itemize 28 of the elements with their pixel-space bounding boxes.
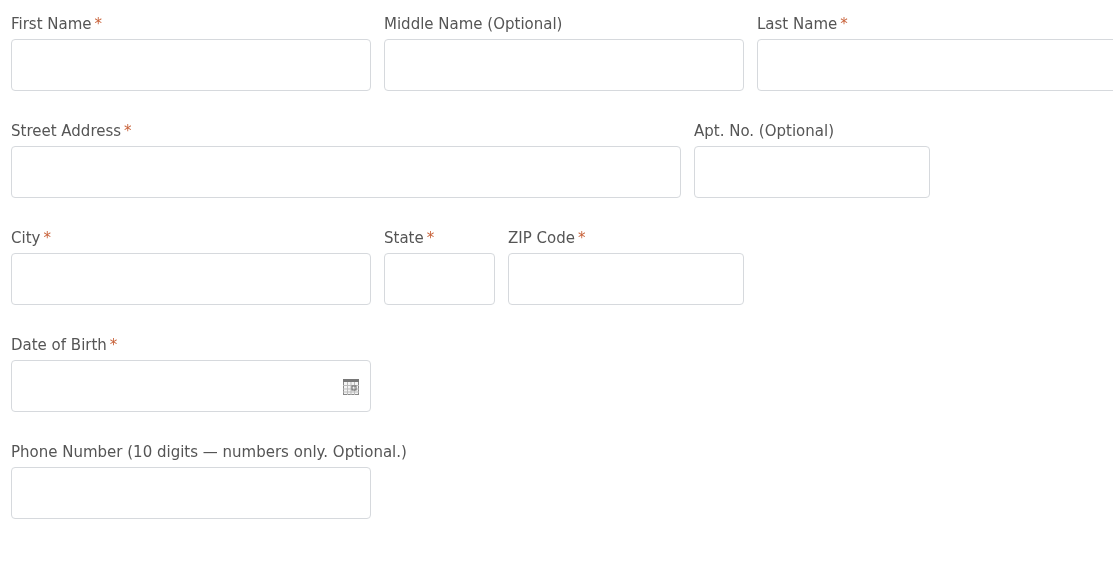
calendar-icon[interactable] [343, 379, 359, 395]
field-label: Apt. No. (Optional) [694, 122, 834, 140]
required-mark: * [94, 15, 103, 33]
field-label: Street Address [11, 122, 122, 140]
field-label: ZIP Code [508, 229, 575, 247]
input-field[interactable] [384, 253, 495, 305]
field-label: State [384, 229, 424, 247]
field-label: Last Name [757, 15, 838, 33]
required-mark: * [577, 229, 586, 247]
required-mark: * [109, 336, 118, 354]
input-field[interactable] [508, 253, 744, 305]
required-mark: * [426, 229, 435, 247]
required-mark: * [43, 229, 51, 247]
field-label: City [11, 229, 41, 247]
required-mark: * [840, 15, 848, 33]
input-field[interactable] [757, 39, 1113, 91]
input-field[interactable] [11, 146, 681, 198]
field-label: Date of Birth [11, 336, 107, 354]
input-field[interactable] [384, 39, 744, 91]
field-label: Middle Name (Optional) [384, 15, 563, 33]
date-field[interactable] [11, 360, 371, 412]
input-field[interactable] [11, 467, 371, 519]
input-field[interactable] [11, 253, 371, 305]
field-label: First Name [11, 15, 92, 33]
field-label: Phone Number (10 digits — numbers only. Optional.) [11, 443, 407, 461]
required-mark: * [124, 122, 132, 140]
input-field[interactable] [11, 39, 371, 91]
input-field[interactable] [694, 146, 930, 198]
